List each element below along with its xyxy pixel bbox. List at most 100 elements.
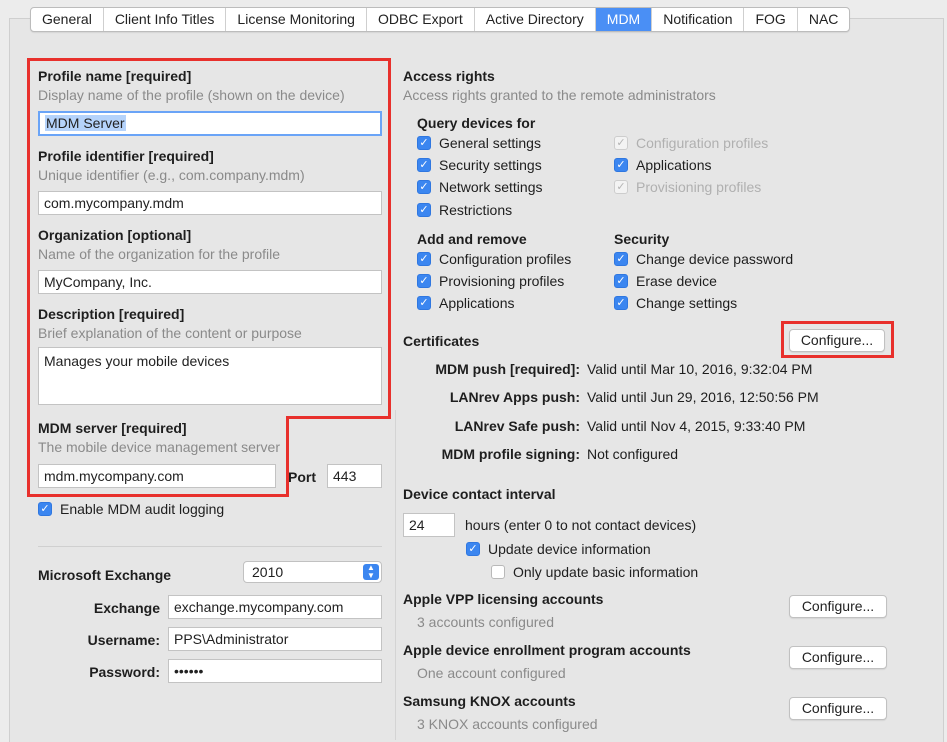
profile-identifier-sub: Unique identifier (e.g., com.company.mdm… (38, 167, 305, 183)
dep-configure-button[interactable]: Configure... (789, 646, 887, 669)
checkmark-icon: ✓ (417, 136, 431, 150)
checkmark-icon: ✓ (614, 180, 628, 194)
tab-fog[interactable]: FOG (744, 8, 798, 31)
erase-device-label: Erase device (636, 273, 717, 289)
checkmark-icon: ✓ (614, 252, 628, 266)
checkmark-icon: ✓ (417, 203, 431, 217)
add-provisioning-profiles-checkbox[interactable]: ✓ Provisioning profiles (417, 273, 564, 289)
highlight-outline-left (27, 58, 30, 497)
only-basic-info-checkbox[interactable]: Only update basic information (491, 564, 698, 580)
audit-logging-label: Enable MDM audit logging (60, 501, 225, 517)
cert-apps-push-value: Valid until Jun 29, 2016, 12:50:56 PM (587, 389, 819, 405)
query-restrictions-label: Restrictions (439, 202, 513, 218)
chevron-updown-icon: ▲ ▼ (363, 564, 379, 580)
knox-configure-button[interactable]: Configure... (789, 697, 887, 720)
checkmark-icon: ✓ (38, 502, 52, 516)
access-rights-title: Access rights (403, 68, 495, 84)
highlight-outline-top (27, 58, 391, 61)
add-configuration-profiles-checkbox[interactable]: ✓ Configuration profiles (417, 251, 571, 267)
update-device-info-label: Update device information (488, 541, 651, 557)
empty-checkbox-icon (491, 565, 505, 579)
cert-safe-push-value: Valid until Nov 4, 2015, 9:33:40 PM (587, 418, 806, 434)
highlight-outline-right-upper (388, 58, 391, 419)
cert-profile-signing-label: MDM profile signing: (441, 446, 580, 462)
query-general-settings-checkbox[interactable]: ✓ General settings (417, 135, 541, 151)
port-label: Port (288, 469, 316, 485)
exchange-title: Microsoft Exchange (38, 567, 172, 583)
checkmark-icon: ✓ (614, 296, 628, 310)
exchange-server-input[interactable]: exchange.mycompany.com (168, 595, 382, 619)
query-restrictions-checkbox[interactable]: ✓ Restrictions (417, 202, 512, 218)
vpp-title: Apple VPP licensing accounts (403, 591, 604, 607)
query-security-settings-label: Security settings (439, 157, 542, 173)
change-settings-label: Change settings (636, 295, 738, 311)
organization-label: Organization [optional] (38, 227, 192, 243)
access-rights-sub: Access rights granted to the remote admi… (403, 87, 716, 103)
contact-hours-label: hours (enter 0 to not contact devices) (465, 517, 697, 533)
exchange-version-value: 2010 (252, 564, 284, 580)
checkmark-icon: ✓ (614, 158, 628, 172)
vpp-configure-button[interactable]: Configure... (789, 595, 887, 618)
query-provisioning-profiles-checkbox: ✓ Provisioning profiles (614, 179, 761, 195)
contact-hours-input[interactable]: 24 (403, 513, 455, 537)
description-label: Description [required] (38, 306, 185, 322)
checkmark-icon: ✓ (614, 274, 628, 288)
left-divider (38, 546, 382, 547)
query-configuration-profiles-label: Configuration profiles (636, 135, 769, 151)
organization-input[interactable]: MyCompany, Inc. (38, 270, 382, 294)
contact-interval-title: Device contact interval (403, 486, 556, 502)
tab-license-monitoring[interactable]: License Monitoring (226, 8, 367, 31)
checkmark-icon: ✓ (466, 542, 480, 556)
exchange-password-input[interactable]: •••••• (168, 659, 382, 683)
query-security-settings-checkbox[interactable]: ✓ Security settings (417, 157, 542, 173)
erase-device-checkbox[interactable]: ✓ Erase device (614, 273, 717, 289)
change-settings-checkbox[interactable]: ✓ Change settings (614, 295, 737, 311)
add-applications-checkbox[interactable]: ✓ Applications (417, 295, 515, 311)
cert-mdm-push-value: Valid until Mar 10, 2016, 9:32:04 PM (587, 361, 813, 377)
tab-mdm[interactable]: MDM (595, 8, 653, 31)
description-sub: Brief explanation of the content or purp… (38, 325, 302, 341)
dep-title: Apple device enrollment program accounts (403, 642, 691, 658)
profile-name-input[interactable]: MDM Server (38, 111, 382, 136)
tab-client-info-titles[interactable]: Client Info Titles (104, 8, 227, 31)
update-device-info-checkbox[interactable]: ✓ Update device information (466, 541, 651, 557)
cert-safe-push-label: LANrev Safe push: (454, 418, 580, 434)
add-provisioning-profiles-label: Provisioning profiles (439, 273, 565, 289)
description-textarea[interactable]: Manages your mobile devices (38, 347, 382, 405)
query-devices-title: Query devices for (417, 115, 536, 131)
tab-nac[interactable]: NAC (798, 8, 850, 31)
port-input[interactable]: 443 (327, 464, 382, 488)
exchange-username-input[interactable]: PPS\Administrator (168, 627, 382, 651)
checkmark-icon: ✓ (417, 180, 431, 194)
dep-sub: One account configured (417, 665, 566, 681)
tab-general[interactable]: General (31, 8, 104, 31)
exchange-version-popup[interactable]: 2010 ▲ ▼ (243, 561, 382, 583)
checkmark-icon: ✓ (417, 252, 431, 266)
change-device-password-label: Change device password (636, 251, 794, 267)
audit-logging-checkbox[interactable]: ✓ Enable MDM audit logging (38, 501, 224, 517)
mdm-server-input[interactable]: mdm.mycompany.com (38, 464, 276, 488)
add-configuration-profiles-label: Configuration profiles (439, 251, 572, 267)
query-general-settings-label: General settings (439, 135, 541, 151)
security-title: Security (614, 231, 670, 247)
exchange-username-label: Username: (87, 632, 160, 648)
organization-sub: Name of the organization for the profile (38, 246, 281, 262)
query-applications-checkbox[interactable]: ✓ Applications (614, 157, 712, 173)
query-applications-label: Applications (636, 157, 712, 173)
query-provisioning-profiles-label: Provisioning profiles (636, 179, 762, 195)
profile-name-value: MDM Server (45, 115, 126, 131)
tab-notification[interactable]: Notification (652, 8, 745, 31)
highlight-outline-step (286, 416, 391, 419)
exchange-server-label: Exchange (93, 600, 160, 616)
tab-odbc-export[interactable]: ODBC Export (367, 8, 475, 31)
highlight-outline-bottom (27, 494, 289, 497)
profile-identifier-input[interactable]: com.mycompany.mdm (38, 191, 382, 215)
query-network-settings-checkbox[interactable]: ✓ Network settings (417, 179, 542, 195)
tab-active-directory[interactable]: Active Directory (475, 8, 596, 31)
cert-profile-signing-value: Not configured (587, 446, 679, 462)
query-network-settings-label: Network settings (439, 179, 543, 195)
profile-name-sub: Display name of the profile (shown on th… (38, 87, 345, 103)
profile-identifier-label: Profile identifier [required] (38, 148, 214, 164)
vpp-sub: 3 accounts configured (417, 614, 554, 630)
change-device-password-checkbox[interactable]: ✓ Change device password (614, 251, 793, 267)
